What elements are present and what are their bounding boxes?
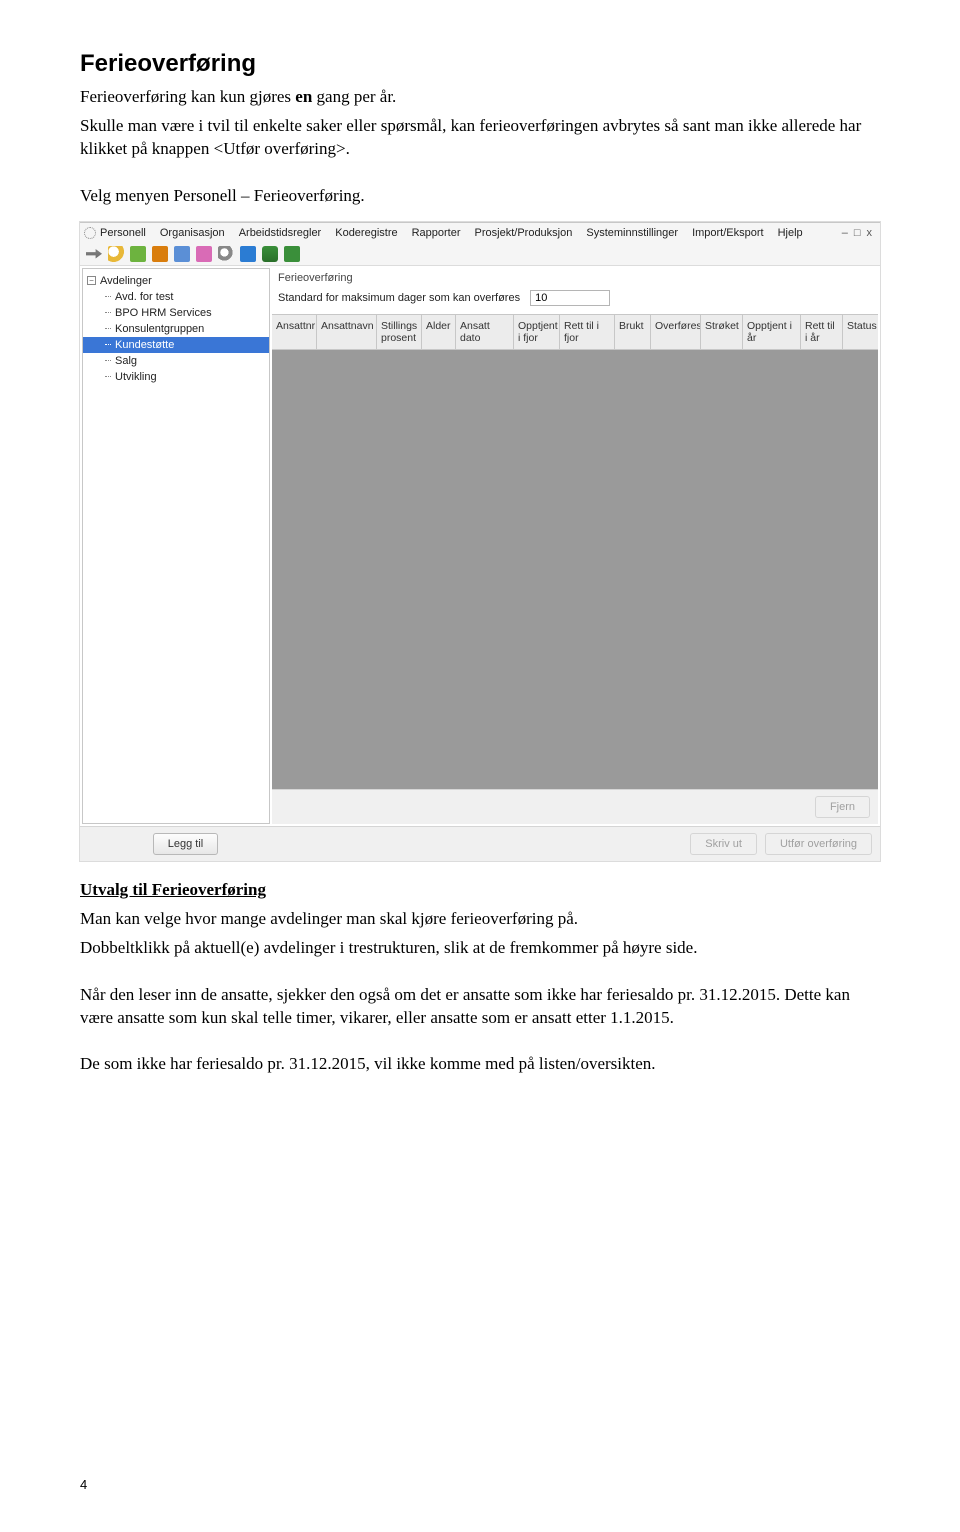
department-tree: − Avdelinger Avd. for test BPO HRM Servi… [82,268,270,824]
tree-root-avdelinger[interactable]: − Avdelinger [83,273,269,289]
intro-paragraph-2: Skulle man være i tvil til enkelte saker… [80,115,880,161]
exit-icon[interactable] [284,246,300,262]
menu-systeminnstillinger[interactable]: Systeminnstillinger [586,227,678,239]
restore-icon[interactable]: □ [854,227,861,239]
col-ansattnr[interactable]: Ansattnr [272,315,317,349]
minimize-icon[interactable]: – [842,227,848,239]
main-panel: Ferieoverføring Standard for maksimum da… [272,268,878,824]
fjern-button[interactable]: Fjern [815,796,870,818]
intro-1c: gang per år. [312,87,396,106]
nav-arrow-icon[interactable] [86,246,102,262]
col-status[interactable]: Status [843,315,878,349]
bottom-bar: Legg til Skriv ut Utfør overføring [80,826,880,861]
standard-days-input[interactable] [530,290,610,306]
col-brukt[interactable]: Brukt [615,315,651,349]
app-body: − Avdelinger Avd. for test BPO HRM Servi… [80,266,880,826]
col-opptjent-i-ar[interactable]: Opptjent i år [743,315,801,349]
menu-import-eksport[interactable]: Import/Eksport [692,227,764,239]
col-alder[interactable]: Alder [422,315,456,349]
utfor-overforing-button[interactable]: Utfør overføring [765,833,872,855]
tree-item-avd-for-test[interactable]: Avd. for test [83,289,269,305]
col-stroket[interactable]: Strøket [701,315,743,349]
menu-personell[interactable]: Personell [100,227,146,239]
menu-koderegistre[interactable]: Koderegistre [335,227,397,239]
db-icon[interactable] [262,246,278,262]
tree-root-label: Avdelinger [100,275,152,287]
standard-days-label: Standard for maksimum dager som kan over… [278,292,520,304]
tool2-icon[interactable] [174,246,190,262]
legg-til-button[interactable]: Legg til [153,833,218,855]
grid-header-row: Ansattnr Ansattnavn Stillings prosent Al… [272,314,878,350]
intro-1b: en [295,87,312,106]
page-number: 4 [80,1477,87,1492]
after-paragraph-3: Når den leser inn de ansatte, sjekker de… [80,984,880,1030]
after-paragraph-4: De som ikke har feriesaldo pr. 31.12.201… [80,1053,880,1076]
tree-item-bpo-hrm[interactable]: BPO HRM Services [83,305,269,321]
col-rett-til-i-ar[interactable]: Rett til i år [801,315,843,349]
toolbar [80,243,880,266]
help-icon[interactable] [240,246,256,262]
after-paragraph-2: Dobbeltklikk på aktuell(e) avdelinger i … [80,937,880,960]
page-heading: Ferieoverføring [80,50,880,78]
close-icon[interactable]: x [867,227,873,239]
menu-rapporter[interactable]: Rapporter [412,227,461,239]
tree-item-utvikling[interactable]: Utvikling [83,369,269,385]
col-ansatt-dato[interactable]: Ansatt dato [456,315,514,349]
add-person-icon[interactable] [130,246,146,262]
tool1-icon[interactable] [152,246,168,262]
skriv-ut-button[interactable]: Skriv ut [690,833,757,855]
magnify-icon[interactable] [218,246,234,262]
application-window: Personell Organisasjon Arbeidstidsregler… [80,222,880,861]
gear-icon [84,227,96,239]
tree-item-konsulentgruppen[interactable]: Konsulentgruppen [83,321,269,337]
tool3-icon[interactable] [196,246,212,262]
menu-hjelp[interactable]: Hjelp [778,227,803,239]
intro-paragraph-3: Velg menyen Personell – Ferieoverføring. [80,185,880,208]
collapse-icon[interactable]: − [87,276,96,285]
subheading-utvalg-text: Utvalg til Ferieoverføring [80,880,266,899]
col-rett-til-i-fjor[interactable]: Rett til i fjor [560,315,615,349]
menu-arbeidstidsregler[interactable]: Arbeidstidsregler [239,227,322,239]
intro-paragraph-1: Ferieoverføring kan kun gjøres en gang p… [80,86,880,109]
col-stillingsprosent[interactable]: Stillings prosent [377,315,422,349]
intro-1a: Ferieoverføring kan kun gjøres [80,87,295,106]
panel-title: Ferieoverføring [272,268,878,286]
subheading-utvalg: Utvalg til Ferieoverføring [80,879,880,902]
col-overfores[interactable]: Overføres [651,315,701,349]
tree-item-kundestotte[interactable]: Kundestøtte [83,337,269,353]
col-opptjent-i-fjor[interactable]: Opptjent i fjor [514,315,560,349]
search-icon[interactable] [108,246,124,262]
col-ansattnavn[interactable]: Ansattnavn [317,315,377,349]
tree-item-salg[interactable]: Salg [83,353,269,369]
menu-organisasjon[interactable]: Organisasjon [160,227,225,239]
menubar: Personell Organisasjon Arbeidstidsregler… [80,223,880,243]
after-paragraph-1: Man kan velge hvor mange avdelinger man … [80,908,880,931]
menu-prosjekt[interactable]: Prosjekt/Produksjon [475,227,573,239]
grid-body-empty [272,350,878,789]
